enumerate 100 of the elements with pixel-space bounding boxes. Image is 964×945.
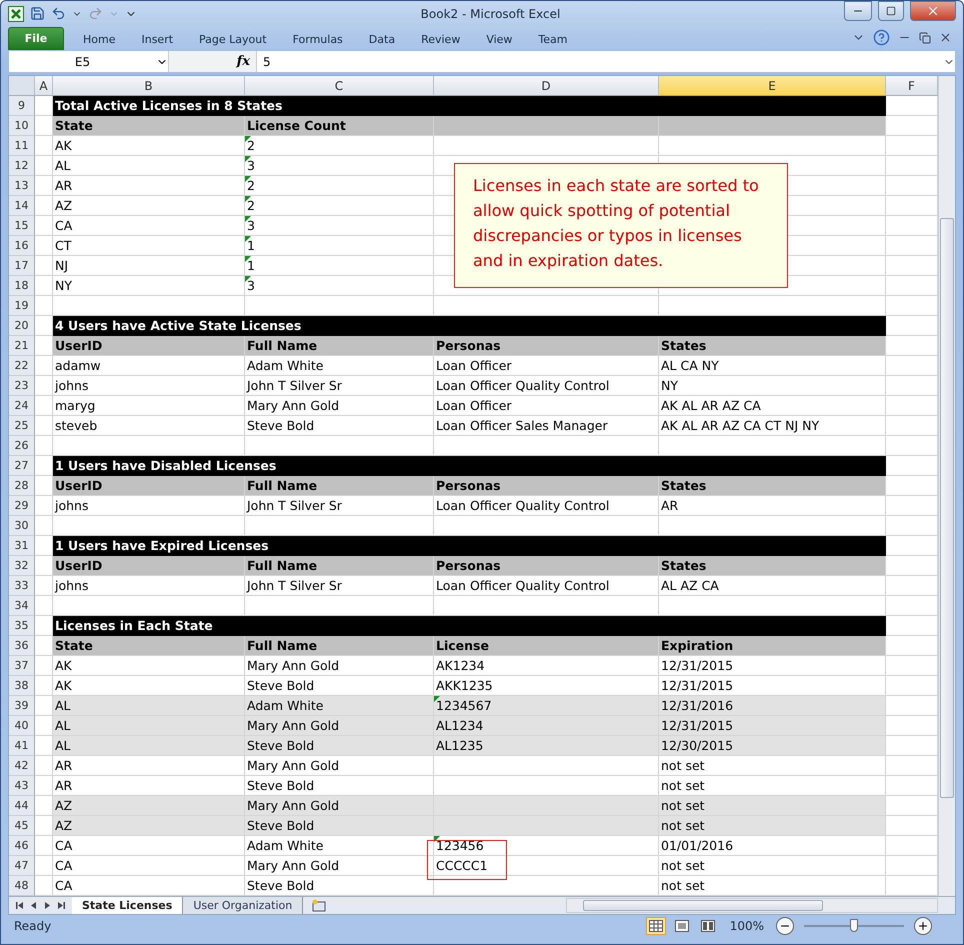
table-cell: 01/01/2016 [659,836,886,856]
row-header[interactable]: 13 [9,176,35,196]
ribbon-tab[interactable]: Data [356,28,408,50]
table-cell: John T Silver Sr [245,376,434,396]
excel-logo-icon[interactable] [8,6,24,22]
column-header[interactable]: A [35,76,53,96]
table-cell: John T Silver Sr [245,576,434,596]
row-header[interactable]: 46 [9,836,35,856]
row-header[interactable]: 24 [9,396,35,416]
row-header[interactable]: 36 [9,636,35,656]
row-header[interactable]: 17 [9,256,35,276]
row-header[interactable]: 21 [9,336,35,356]
row-header[interactable]: 34 [9,596,35,616]
horizontal-scrollbar[interactable] [566,898,938,913]
row-header[interactable]: 42 [9,756,35,776]
zoom-slider[interactable] [804,918,904,934]
column-header[interactable]: D [434,76,659,96]
header-cell: Expiration [659,636,886,656]
ribbon-tab[interactable]: Page Layout [186,28,280,50]
row-header[interactable]: 47 [9,856,35,876]
previous-sheet-icon[interactable] [29,901,38,910]
ribbon-tab[interactable]: View [473,28,526,50]
minimize-button[interactable] [844,1,872,20]
row-header[interactable]: 38 [9,676,35,696]
vertical-scrollbar[interactable] [938,76,955,896]
close-icon[interactable] [939,31,952,44]
row-header[interactable]: 35 [9,616,35,636]
row-header[interactable]: 43 [9,776,35,796]
row-header[interactable]: 31 [9,536,35,556]
table-cell: AR [53,776,245,796]
ribbon-tab[interactable]: Team [525,28,580,50]
file-tab[interactable]: File [8,27,64,50]
row-header[interactable]: 25 [9,416,35,436]
row-header[interactable]: 14 [9,196,35,216]
grid-view-icon [648,920,663,932]
row-header[interactable]: 39 [9,696,35,716]
maximize-button[interactable] [878,1,904,20]
close-button[interactable] [910,1,956,20]
sheet-tab[interactable]: State Licenses [72,897,184,914]
undo-icon[interactable] [51,6,66,21]
table-cell: Loan Officer [434,396,659,416]
zoom-level[interactable]: 100% [730,919,764,933]
save-icon[interactable] [30,6,45,21]
row-header[interactable]: 11 [9,136,35,156]
row-header[interactable]: 37 [9,656,35,676]
row-header[interactable]: 48 [9,876,35,896]
slider-thumb[interactable] [850,919,858,932]
table-cell: CCCCC1 [434,856,659,876]
row-header[interactable]: 10 [9,116,35,136]
table-cell: AZ [53,796,245,816]
new-sheet-icon[interactable] [311,899,328,912]
first-sheet-icon[interactable] [15,901,24,910]
ribbon-tab[interactable]: Insert [128,28,186,50]
row-header[interactable]: 45 [9,816,35,836]
table-cell: Steve Bold [245,876,434,896]
view-button[interactable] [646,917,666,935]
sheet-tab[interactable]: User Organization [183,897,304,914]
row-header[interactable]: 29 [9,496,35,516]
table-cell: AL [53,716,245,736]
column-header[interactable]: C [245,76,434,96]
row-header[interactable]: 40 [9,716,35,736]
row-header[interactable]: 41 [9,736,35,756]
row-header[interactable]: 27 [9,456,35,476]
restore-icon[interactable] [919,32,931,44]
ribbon-tab[interactable]: Review [408,28,474,50]
last-sheet-icon[interactable] [57,901,66,910]
table-cell: 1 [245,236,434,256]
next-sheet-icon[interactable] [43,901,52,910]
table-cell: NY [53,276,245,296]
ribbon-tab[interactable]: Home [70,28,128,50]
row-header[interactable]: 20 [9,316,35,336]
zoom-in-button[interactable] [914,917,932,935]
row-header[interactable]: 44 [9,796,35,816]
ribbon-tab[interactable]: Formulas [280,28,356,50]
column-header[interactable]: E [659,76,886,96]
table-cell: not set [659,876,886,896]
section-title-cell: Licenses in Each State [53,616,886,636]
row-header[interactable]: 30 [9,516,35,536]
formula-field[interactable]: 5 [257,54,943,68]
row-header[interactable]: 19 [9,296,35,316]
row-header[interactable]: 16 [9,236,35,256]
insert-function-button[interactable]: fx [236,54,250,69]
table-cell: Adam White [245,696,434,716]
row-header[interactable]: 18 [9,276,35,296]
help-icon[interactable] [873,29,890,46]
row-header[interactable]: 28 [9,476,35,496]
column-header[interactable]: F [886,76,938,96]
row-header[interactable]: 9 [9,96,35,116]
column-header[interactable]: B [53,76,245,96]
row-header[interactable]: 26 [9,436,35,456]
row-header[interactable]: 23 [9,376,35,396]
row-header[interactable]: 15 [9,216,35,236]
table-cell: CA [53,876,245,896]
row-header[interactable]: 32 [9,556,35,576]
row-header[interactable]: 33 [9,576,35,596]
table-cell: AK AL AR AZ CA [659,396,886,416]
row-header[interactable]: 12 [9,156,35,176]
zoom-out-button[interactable] [776,917,794,935]
table-cell: AK [53,676,245,696]
row-header[interactable]: 22 [9,356,35,376]
